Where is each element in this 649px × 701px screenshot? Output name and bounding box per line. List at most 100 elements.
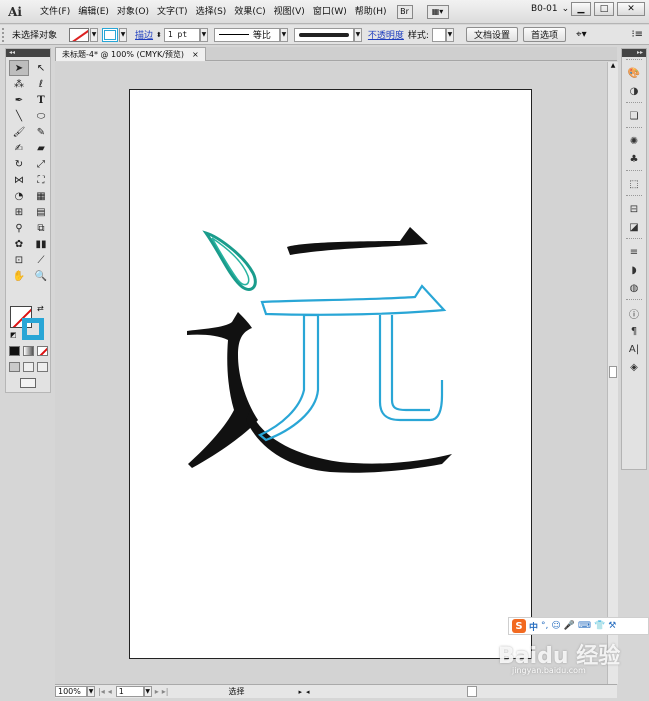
- menu-type[interactable]: 文字(T): [153, 0, 192, 24]
- punctuation-icon[interactable]: °,: [541, 621, 548, 631]
- emoji-icon[interactable]: ☺: [551, 621, 560, 631]
- brushes-panel-icon[interactable]: ✺: [622, 132, 646, 150]
- tools-panel-header[interactable]: ◂◂: [6, 49, 50, 57]
- chevron-down-icon[interactable]: ▼: [445, 27, 454, 42]
- fill-control[interactable]: ▼: [69, 27, 99, 42]
- none-mode-icon[interactable]: [37, 346, 48, 356]
- perspective-grid-tool-icon[interactable]: ▦: [31, 188, 51, 204]
- chevron-down-icon[interactable]: ▼: [143, 686, 152, 697]
- panel-dock-header[interactable]: ▸▸: [622, 49, 646, 57]
- sogou-logo-icon[interactable]: S: [512, 619, 526, 633]
- voice-icon[interactable]: 🎤: [564, 621, 575, 631]
- artwork-character[interactable]: [130, 90, 533, 660]
- opacity-link[interactable]: 不透明度: [368, 28, 404, 41]
- stroke-swatch-large[interactable]: [22, 318, 44, 340]
- direct-selection-tool-icon[interactable]: ↖: [31, 60, 51, 76]
- chevron-down-icon[interactable]: ▼: [87, 686, 95, 697]
- symbols-panel-icon[interactable]: ♣: [622, 150, 646, 168]
- arrange-documents-icon[interactable]: ▦▾: [426, 4, 449, 19]
- stroke-control[interactable]: ▼: [102, 27, 128, 42]
- first-artboard-icon[interactable]: |◂: [98, 687, 105, 696]
- style-swatch[interactable]: [431, 27, 446, 42]
- black-top-stroke[interactable]: [287, 227, 428, 255]
- blue-right-leg-outline[interactable]: [378, 315, 444, 422]
- keyboard-icon[interactable]: ⌨: [578, 621, 591, 631]
- last-artboard-icon[interactable]: ▸|: [162, 687, 169, 696]
- zoom-tool-icon[interactable]: 🔍: [31, 268, 51, 284]
- line-tool-icon[interactable]: ╲: [9, 108, 29, 124]
- shape-builder-tool-icon[interactable]: ◔: [9, 188, 29, 204]
- transform-icon[interactable]: ⌖▾: [576, 29, 587, 40]
- menu-window[interactable]: 窗口(W): [309, 0, 351, 24]
- brush-definition[interactable]: [293, 27, 354, 42]
- stroke-weight-field[interactable]: 1 pt: [163, 27, 200, 42]
- ellipse-tool-icon[interactable]: ⬭: [31, 108, 51, 124]
- transform-panel-icon[interactable]: ⬚: [622, 175, 646, 193]
- canvas-area[interactable]: [55, 62, 607, 684]
- ime-language[interactable]: 中: [529, 620, 538, 633]
- eraser-tool-icon[interactable]: ▰: [31, 140, 51, 156]
- layers-panel-icon[interactable]: ◈: [622, 358, 646, 376]
- document-tab[interactable]: 未标题-4* @ 100% (CMYK/预览) ×: [55, 47, 206, 61]
- chevron-down-icon[interactable]: ▼: [90, 27, 99, 42]
- blob-brush-tool-icon[interactable]: ✍: [9, 140, 29, 156]
- menu-edit[interactable]: 编辑(E): [74, 0, 113, 24]
- black-hook-stroke[interactable]: [187, 312, 258, 468]
- pen-tool-icon[interactable]: ✒: [9, 92, 29, 108]
- draw-normal-icon[interactable]: [9, 362, 20, 372]
- menu-view[interactable]: 视图(V): [270, 0, 309, 24]
- character-panel-icon[interactable]: A|: [622, 340, 646, 358]
- paintbrush-tool-icon[interactable]: 🖌: [9, 124, 29, 140]
- color-panel-icon[interactable]: 🎨: [622, 64, 646, 82]
- mesh-tool-icon[interactable]: ⊞: [9, 204, 29, 220]
- eyedropper-tool-icon[interactable]: ⚲: [9, 220, 29, 236]
- magic-wand-tool-icon[interactable]: ⁂: [9, 76, 29, 92]
- vertical-scrollbar[interactable]: ▲: [607, 62, 618, 684]
- stroke-swatch[interactable]: [102, 27, 119, 42]
- stroke-link[interactable]: 描边: [135, 28, 153, 41]
- appearance-panel-icon[interactable]: ⓘ: [622, 304, 646, 322]
- slice-tool-icon[interactable]: ⟋: [31, 252, 51, 268]
- vertical-scroll-thumb[interactable]: [609, 366, 617, 378]
- blue-left-leg-outline[interactable]: [257, 313, 320, 442]
- draw-behind-icon[interactable]: [23, 362, 34, 372]
- panel-menu-icon[interactable]: ⁝≡: [631, 29, 643, 40]
- chevron-down-icon[interactable]: ▼: [279, 27, 288, 42]
- bridge-icon[interactable]: Br: [396, 4, 413, 19]
- gradient-tool-icon[interactable]: ▤: [31, 204, 51, 220]
- pencil-tool-icon[interactable]: ✎: [31, 124, 51, 140]
- gradient-panel-icon[interactable]: ◗: [622, 261, 646, 279]
- menu-effect[interactable]: 效果(C): [230, 0, 269, 24]
- color-mode-icon[interactable]: [9, 346, 20, 356]
- menu-select[interactable]: 选择(S): [192, 0, 231, 24]
- align-panel-icon[interactable]: ⊟: [622, 200, 646, 218]
- scroll-left-icon[interactable]: ◂: [306, 688, 310, 696]
- lasso-tool-icon[interactable]: ℓ: [31, 76, 51, 92]
- next-artboard-icon[interactable]: ▸: [155, 687, 159, 696]
- artboard-number-field[interactable]: 1: [115, 686, 144, 697]
- zoom-field[interactable]: 100%: [55, 686, 87, 697]
- artboard-tool-icon[interactable]: ⊡: [9, 252, 29, 268]
- previous-artboard-icon[interactable]: ◂: [108, 687, 112, 696]
- gradient-mode-icon[interactable]: [23, 346, 34, 356]
- fill-swatch[interactable]: [69, 27, 90, 42]
- type-tool-icon[interactable]: T: [31, 92, 51, 108]
- transparency-panel-icon[interactable]: ◍: [622, 279, 646, 297]
- scroll-up-icon[interactable]: ▲: [608, 62, 618, 69]
- blue-top-bar-outline[interactable]: [260, 284, 447, 316]
- fill-stroke-indicator[interactable]: ⇄ ◩: [10, 304, 48, 342]
- chevron-down-icon[interactable]: ▼: [353, 27, 362, 42]
- paragraph-panel-icon[interactable]: ¶: [622, 322, 646, 340]
- color-guide-icon[interactable]: ◑: [622, 82, 646, 100]
- artboard[interactable]: [129, 89, 532, 659]
- preferences-button[interactable]: 首选项: [522, 27, 566, 42]
- stroke-panel-icon[interactable]: ≡: [622, 243, 646, 261]
- menu-object[interactable]: 对象(O): [113, 0, 153, 24]
- stroke-stepper-icon[interactable]: ⬍: [156, 31, 162, 39]
- close-tab-icon[interactable]: ×: [192, 50, 199, 59]
- blend-tool-icon[interactable]: ⧉: [31, 220, 51, 236]
- document-setup-button[interactable]: 文档设置: [465, 27, 518, 42]
- maximize-button[interactable]: □: [594, 2, 614, 16]
- selection-tool-icon[interactable]: ➤: [9, 60, 29, 76]
- close-button[interactable]: ✕: [617, 2, 645, 16]
